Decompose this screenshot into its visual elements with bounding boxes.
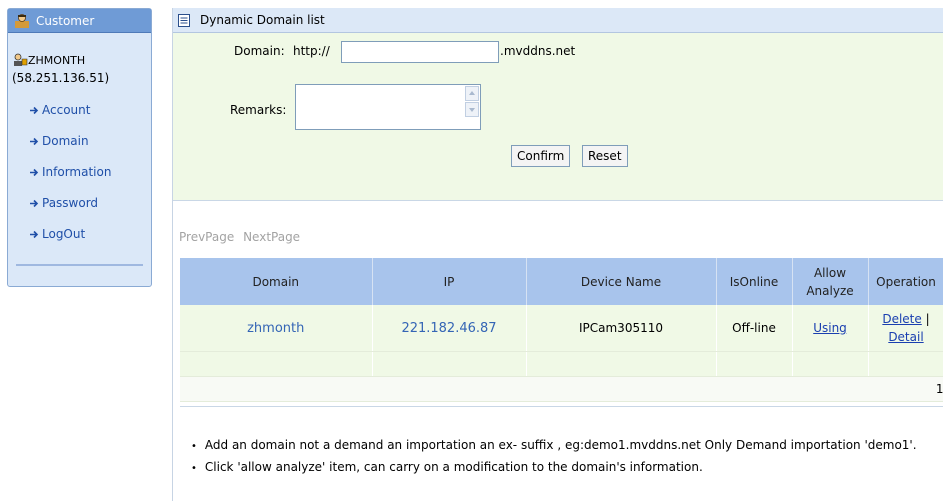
menu-item-account[interactable]: Account	[8, 95, 151, 126]
menu-item-label: Domain	[42, 134, 89, 148]
menu-item-information[interactable]: Information	[8, 157, 151, 188]
empty-cell	[716, 351, 793, 377]
customer-panel-title: Customer	[36, 13, 95, 28]
username: ZHMONTH	[28, 53, 86, 67]
using-link[interactable]: Using	[813, 321, 847, 335]
remarks-textarea[interactable]	[295, 84, 481, 130]
menu-item-password[interactable]: Password	[8, 188, 151, 219]
table-row: zhmonth 221.182.46.87 IPCam305110 Off-li…	[180, 305, 943, 352]
operation-separator: |	[925, 312, 930, 326]
cell-isonline: Off-line	[716, 305, 793, 352]
empty-cell	[526, 351, 717, 377]
domain-prefix: http://	[293, 44, 330, 58]
menu-item-label: Password	[42, 196, 99, 210]
note-item: Add an domain not a demand an importatio…	[191, 435, 917, 457]
user-icon	[14, 53, 28, 66]
remarks-label: Remarks:	[230, 103, 287, 117]
detail-link[interactable]: Detail	[888, 330, 923, 344]
domain-value: zhmonth	[247, 320, 305, 336]
arrow-right-icon	[30, 199, 39, 208]
user-ip: (58.251.136.51)	[12, 71, 110, 85]
list-icon	[178, 13, 190, 27]
cell-ip: 221.182.46.87	[372, 305, 527, 352]
col-operation: Operation	[868, 258, 943, 305]
customer-panel: Customer ZHMONTH (58.251.136.51) Account…	[7, 8, 152, 287]
domain-label: Domain:	[234, 44, 285, 58]
menu-item-label: Account	[42, 103, 91, 117]
table-footer-cell: 1	[180, 376, 943, 402]
empty-cell	[180, 351, 373, 377]
help-notes: Add an domain not a demand an importatio…	[191, 435, 917, 479]
col-ip: IP	[372, 258, 527, 305]
customer-icon	[15, 13, 29, 28]
cell-operation: Delete | Detail	[868, 305, 943, 352]
next-page-link[interactable]: NextPage	[243, 230, 300, 244]
customer-panel-header: Customer	[8, 9, 151, 33]
page-number[interactable]: 1	[936, 382, 943, 396]
table-row-empty	[180, 351, 943, 377]
col-device-name: Device Name	[526, 258, 717, 305]
col-allow-analyze: Allow Analyze	[792, 258, 869, 305]
notes-divider	[180, 406, 943, 407]
page-title: Dynamic Domain list	[200, 13, 325, 27]
arrow-right-icon	[30, 106, 39, 115]
empty-cell	[372, 351, 527, 377]
arrow-right-icon	[30, 168, 39, 177]
empty-cell	[792, 351, 869, 377]
col-domain: Domain	[180, 258, 373, 305]
menu-item-domain[interactable]: Domain	[8, 126, 151, 157]
col-isonline: IsOnline	[716, 258, 793, 305]
scroll-up-button[interactable]	[465, 86, 479, 101]
note-item: Click 'allow analyze' item, can carry on…	[191, 457, 917, 479]
table-header-row: Domain IP Device Name IsOnline Allow Ana…	[180, 258, 943, 305]
cell-allow-analyze: Using	[792, 305, 869, 352]
sidebar-divider	[16, 264, 143, 266]
prev-page-link[interactable]: PrevPage	[179, 230, 234, 244]
domain-suffix: .mvddns.net	[500, 44, 576, 58]
scroll-up-icon	[469, 91, 475, 95]
table-footer-row: 1	[180, 376, 943, 402]
ip-value: 221.182.46.87	[401, 320, 497, 336]
menu-item-logout[interactable]: LogOut	[8, 219, 151, 250]
cell-domain: zhmonth	[180, 305, 373, 352]
menu-item-label: LogOut	[42, 227, 86, 241]
arrow-right-icon	[30, 230, 39, 239]
confirm-button[interactable]: Confirm	[511, 145, 571, 167]
cell-device-name: IPCam305110	[526, 305, 717, 352]
reset-button[interactable]: Reset	[582, 145, 628, 167]
user-info: ZHMONTH (58.251.136.51)	[8, 33, 151, 87]
add-domain-form: Domain: http:// .mvddns.net Remarks: Con…	[173, 33, 943, 201]
menu-item-label: Information	[42, 165, 112, 179]
panel-title-bar: Dynamic Domain list	[173, 8, 943, 33]
scroll-down-icon	[469, 108, 475, 112]
main-panel: Dynamic Domain list Domain: http:// .mvd…	[172, 8, 943, 501]
delete-link[interactable]: Delete	[882, 312, 921, 326]
scroll-down-button[interactable]	[465, 102, 479, 117]
domain-table: Domain IP Device Name IsOnline Allow Ana…	[180, 258, 943, 402]
arrow-right-icon	[30, 137, 39, 146]
pager: PrevPage NextPage	[179, 230, 305, 244]
customer-menu: Account Domain Information Password LogO…	[8, 95, 151, 250]
domain-input[interactable]	[341, 41, 499, 63]
col-allow-analyze-label: Allow Analyze	[806, 265, 854, 298]
empty-cell	[868, 351, 943, 377]
